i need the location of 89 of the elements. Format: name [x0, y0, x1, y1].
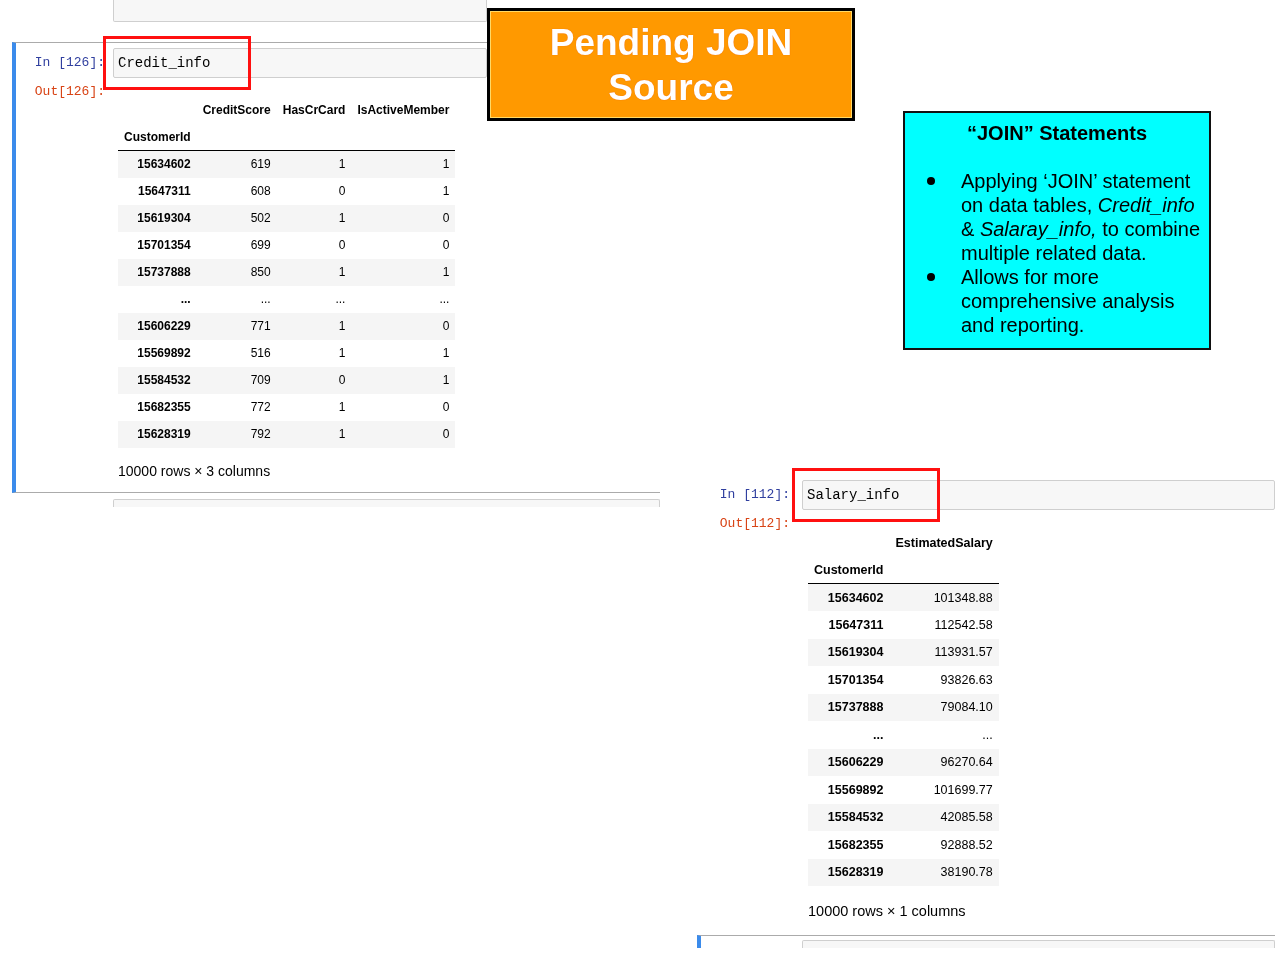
table-cell: 1 [276, 150, 352, 178]
column-header: HasCrCard [281, 102, 347, 119]
row-index-cell: 15584532 [118, 366, 197, 394]
index-header: CustomerId [808, 556, 890, 584]
table-cell: 0 [351, 420, 456, 448]
table-cell: 113931.57 [889, 638, 999, 666]
row-index-cell: 15606229 [118, 312, 197, 340]
table-cell: 1 [351, 177, 456, 205]
code-input-field[interactable]: Credit_info [113, 48, 487, 78]
table-cell: 0 [351, 204, 456, 232]
bullet-icon [927, 273, 935, 281]
title-banner: Pending JOIN Source [487, 8, 855, 121]
table-cell: ... [276, 285, 352, 313]
table-cell: 850 [196, 258, 277, 286]
row-index-cell: 15619304 [118, 204, 197, 232]
code-input-field[interactable] [802, 940, 1275, 948]
table-cell: 608 [196, 177, 277, 205]
bullet-text: Allows for more comprehensive analysis and reporting. [961, 265, 1176, 337]
table-cell: 1 [351, 339, 456, 367]
bullet-text: Applying ‘JOIN’ statement on data tables, Credit_info & Salaray_info, to combine multiple related data. [961, 169, 1202, 265]
table-cell: 709 [196, 366, 277, 394]
input-prompt: In [112]: [719, 487, 790, 503]
table-cell: 516 [196, 339, 277, 367]
table-cell: 0 [276, 366, 352, 394]
row-index-cell: 15634602 [118, 150, 197, 178]
table-cell: ... [351, 285, 456, 313]
table-cell: 0 [351, 231, 456, 259]
table-cell: ... [889, 721, 999, 749]
table-cell: 772 [196, 393, 277, 421]
row-index-cell: 15647311 [118, 177, 197, 205]
table-cell: 0 [351, 312, 456, 340]
table-cell: 38190.78 [889, 858, 999, 886]
table-cell: 0 [276, 231, 352, 259]
table-cell: 1 [351, 150, 456, 178]
input-prompt: In [126]: [34, 55, 105, 71]
table-cell: 112542.58 [889, 611, 999, 639]
row-index-cell: 15569892 [118, 339, 197, 367]
row-index-cell: ... [808, 721, 890, 749]
row-index-cell: 15682355 [118, 393, 197, 421]
row-index-cell: 15628319 [118, 420, 197, 448]
row-index-cell: 15628319 [808, 858, 890, 886]
row-index-cell: ... [118, 285, 197, 313]
table-cell: 101348.88 [889, 583, 999, 611]
table-cell: 792 [196, 420, 277, 448]
column-header: CreditScore [201, 102, 272, 119]
table-cell: 1 [276, 204, 352, 232]
table-cell: 1 [351, 366, 456, 394]
table-cell: 0 [276, 177, 352, 205]
table-cell: 79084.10 [889, 693, 999, 721]
output-prompt: Out[112]: [719, 516, 790, 532]
row-index-cell: 15701354 [118, 231, 197, 259]
table-summary: 10000 rows × 1 columns [808, 903, 966, 919]
table-cell: 1 [276, 393, 352, 421]
row-index-cell: 15606229 [808, 748, 890, 776]
row-index-cell: 15737888 [118, 258, 197, 286]
table-cell: 101699.77 [889, 776, 999, 804]
table-cell: 42085.58 [889, 803, 999, 831]
row-index-cell: 15647311 [808, 611, 890, 639]
code-input-field[interactable] [113, 498, 660, 507]
row-index-cell: 15634602 [808, 583, 890, 611]
table-cell: 0 [351, 393, 456, 421]
table-cell: 699 [196, 231, 277, 259]
column-header: IsActiveMember [356, 102, 451, 119]
code-input-field[interactable]: Salary_info [802, 480, 1275, 510]
table-cell: 92888.52 [889, 831, 999, 859]
table-cell: 1 [276, 420, 352, 448]
row-index-cell: 15682355 [808, 831, 890, 859]
column-header: EstimatedSalary [894, 534, 994, 552]
table-cell: 93826.63 [889, 666, 999, 694]
table-cell: 1 [276, 339, 352, 367]
table-cell: 96270.64 [889, 748, 999, 776]
row-index-cell: 15701354 [808, 666, 890, 694]
table-cell: ... [196, 285, 277, 313]
index-header: CustomerId [118, 123, 197, 151]
row-index-cell: 15569892 [808, 776, 890, 804]
bullet-icon [927, 177, 935, 185]
row-index-cell: 15619304 [808, 638, 890, 666]
table-cell: 1 [351, 258, 456, 286]
row-index-cell: 15584532 [808, 803, 890, 831]
code-input-field[interactable] [113, 0, 487, 22]
table-cell: 619 [196, 150, 277, 178]
table-cell: 771 [196, 312, 277, 340]
table-summary: 10000 rows × 3 columns [118, 462, 271, 479]
output-prompt: Out[126]: [34, 84, 105, 100]
callout-title: “JOIN” Statements [966, 121, 1148, 145]
table-cell: 1 [276, 258, 352, 286]
row-index-cell: 15737888 [808, 693, 890, 721]
table-cell: 1 [276, 312, 352, 340]
table-cell: 502 [196, 204, 277, 232]
